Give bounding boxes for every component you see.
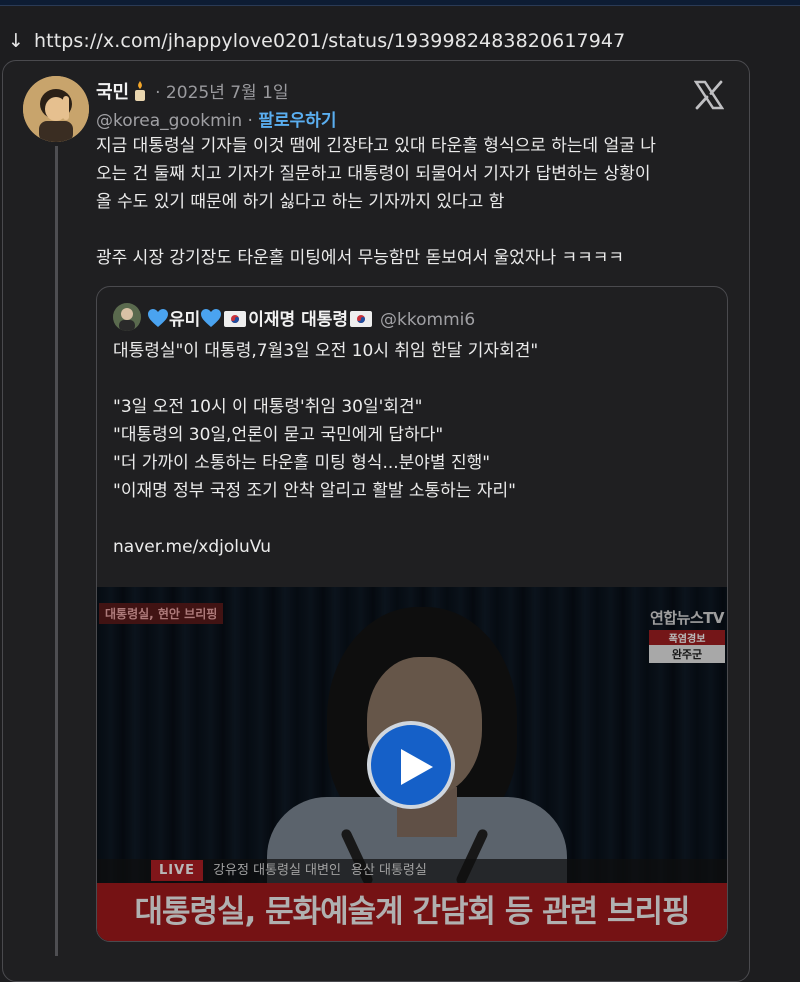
author-handle[interactable]: @korea_gookmin bbox=[96, 111, 242, 131]
quote-line: "대통령의 30일,언론이 묻고 국민에게 답하다" bbox=[113, 425, 444, 445]
korea-flag-icon bbox=[350, 311, 373, 327]
tweet-url[interactable]: https://x.com/jhappylove0201/status/1939… bbox=[34, 30, 625, 52]
quote-author-name-suffix[interactable]: 이재명 대통령 bbox=[248, 310, 348, 330]
author-row: 국민 · 2025년 7월 1일 bbox=[96, 78, 289, 104]
quote-link[interactable]: naver.me/xdjoluVu bbox=[113, 533, 713, 561]
quote-author-row: 유미 이재명 대통령 @kkommi6 bbox=[147, 305, 475, 330]
blue-heart-icon bbox=[200, 308, 222, 328]
tweet-date[interactable]: · 2025년 7월 1일 bbox=[155, 83, 288, 103]
quoted-tweet[interactable]: 유미 이재명 대통령 @kkommi6 대통령실"이 대통령,7월3일 오전 10시… bbox=[96, 286, 728, 942]
thread-line bbox=[55, 146, 58, 956]
quote-body: 대통령실"이 대통령,7월3일 오전 10시 취임 한달 기자회견" "3일 오… bbox=[113, 337, 713, 561]
quote-line: "더 가까이 소통하는 타운홀 미팅 형식...분야별 진행" bbox=[113, 453, 491, 473]
quote-line: "이재명 정부 국정 조기 안착 알리고 활발 소통하는 자리" bbox=[113, 481, 516, 501]
x-logo-icon[interactable] bbox=[693, 80, 725, 110]
tweet-line: 올 수도 있기 때문에 하기 싫다고 하는 기자까지 있다고 함 bbox=[96, 192, 505, 212]
quote-line: 대통령실"이 대통령,7월3일 오전 10시 취임 한달 기자회견" bbox=[113, 341, 539, 361]
video-thumbnail[interactable]: 대통령실, 현안 브리핑 연합뉴스TV 폭염경보 완주군 LIVE 강유정 대통령… bbox=[97, 587, 727, 941]
tweet-line: 오는 건 둘째 치고 기자가 질문하고 대통령이 되물어서 기자가 답변하는 상… bbox=[96, 164, 651, 184]
play-icon bbox=[401, 749, 433, 785]
quote-author-name-prefix[interactable]: 유미 bbox=[169, 310, 200, 330]
blue-heart-icon bbox=[147, 308, 169, 328]
korea-flag-icon bbox=[224, 311, 247, 327]
top-border bbox=[0, 0, 800, 6]
url-line: ↓ https://x.com/jhappylove0201/status/193… bbox=[8, 30, 625, 52]
tweet-body: 지금 대통령실 기자들 이것 땜에 긴장타고 있대 타운홀 형식으로 하는데 얼… bbox=[96, 132, 726, 272]
tweet-line: 광주 시장 강기장도 타운홀 미팅에서 무능함만 돋보여서 울었자나 ㅋㅋㅋㅋ bbox=[96, 248, 625, 268]
separator: · bbox=[242, 111, 259, 131]
tweet-line: 지금 대통령실 기자들 이것 땜에 긴장타고 있대 타운홀 형식으로 하는데 얼… bbox=[96, 136, 656, 156]
handle-row: @korea_gookmin · 팔로우하기 bbox=[96, 106, 337, 131]
down-arrow-icon: ↓ bbox=[8, 30, 25, 52]
quote-avatar[interactable] bbox=[113, 303, 141, 331]
follow-button[interactable]: 팔로우하기 bbox=[258, 111, 336, 131]
play-button[interactable] bbox=[367, 721, 455, 809]
candle-icon bbox=[133, 80, 147, 102]
quote-author-handle[interactable]: @kkommi6 bbox=[380, 310, 475, 330]
author-name[interactable]: 국민 bbox=[96, 82, 129, 103]
quote-line: "3일 오전 10시 이 대통령'취임 30일'회견" bbox=[113, 397, 423, 417]
avatar[interactable] bbox=[23, 76, 89, 142]
